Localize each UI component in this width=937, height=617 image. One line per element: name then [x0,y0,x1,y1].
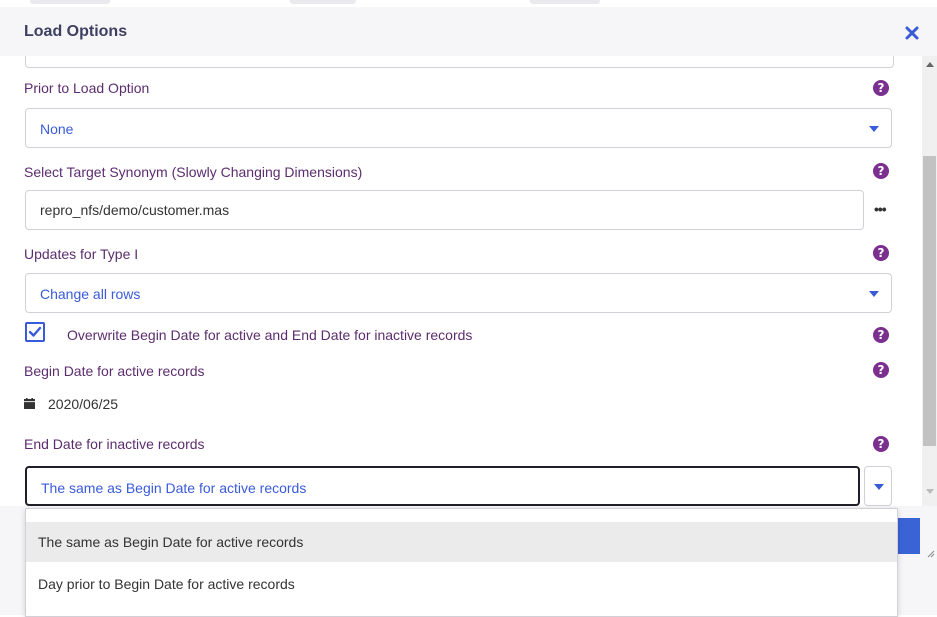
overwrite-checkbox[interactable] [25,322,45,342]
caret-down-icon [869,126,879,132]
target-synonym-input[interactable] [25,190,864,230]
top-strip [0,0,937,7]
dropdown-option[interactable]: The same as Begin Date for active record… [26,522,897,562]
background-tab [290,0,356,4]
question-circle-icon[interactable]: ? [873,163,889,179]
scrollbar[interactable] [922,56,937,506]
overwrite-label: Overwrite Begin Date for active and End … [67,327,473,343]
dialog-header: Load Options [0,7,937,56]
question-circle-icon[interactable]: ? [873,80,889,96]
calendar-icon [24,398,35,409]
target-synonym-label: Select Target Synonym (Slowly Changing D… [24,164,363,180]
prior-load-value: None [40,121,74,137]
dropdown-option[interactable]: Day prior to Begin Date for active recor… [26,564,897,604]
question-circle-icon[interactable]: ? [873,327,889,343]
type1-updates-select[interactable]: Change all rows [25,273,892,313]
check-icon [28,326,42,337]
end-date-select[interactable]: The same as Begin Date for active record… [25,466,860,506]
dialog-title: Load Options [24,23,128,40]
caret-down-icon [869,291,879,297]
question-circle-icon[interactable]: ? [873,362,889,378]
question-circle-icon[interactable]: ? [873,245,889,261]
previous-field[interactable] [25,56,894,68]
background-tab [530,0,600,4]
close-icon[interactable] [900,21,924,45]
scroll-down-arrow[interactable] [926,489,934,494]
scroll-up-arrow[interactable] [926,62,934,67]
dropdown-option-label: Day prior to Begin Date for active recor… [38,576,295,592]
begin-date-value: 2020/06/25 [48,396,119,412]
prior-load-select[interactable]: None [25,108,892,148]
background-tab [30,0,110,4]
type1-updates-value: Change all rows [40,286,141,302]
dropdown-option-label: The same as Begin Date for active record… [38,534,304,550]
end-date-dropdown-menu: The same as Begin Date for active record… [25,508,898,617]
question-circle-icon[interactable]: ? [873,436,889,452]
browse-button[interactable]: ••• [874,201,887,217]
end-date-value: The same as Begin Date for active record… [41,480,307,496]
prior-load-label: Prior to Load Option [24,80,150,96]
type1-updates-label: Updates for Type I [24,246,139,262]
caret-down-icon [874,484,884,490]
scroll-thumb[interactable] [923,156,936,446]
end-date-dropdown-button[interactable] [864,466,892,506]
begin-date-label: Begin Date for active records [24,363,205,379]
resize-grip-icon[interactable] [925,548,935,558]
end-date-label: End Date for inactive records [24,436,205,452]
